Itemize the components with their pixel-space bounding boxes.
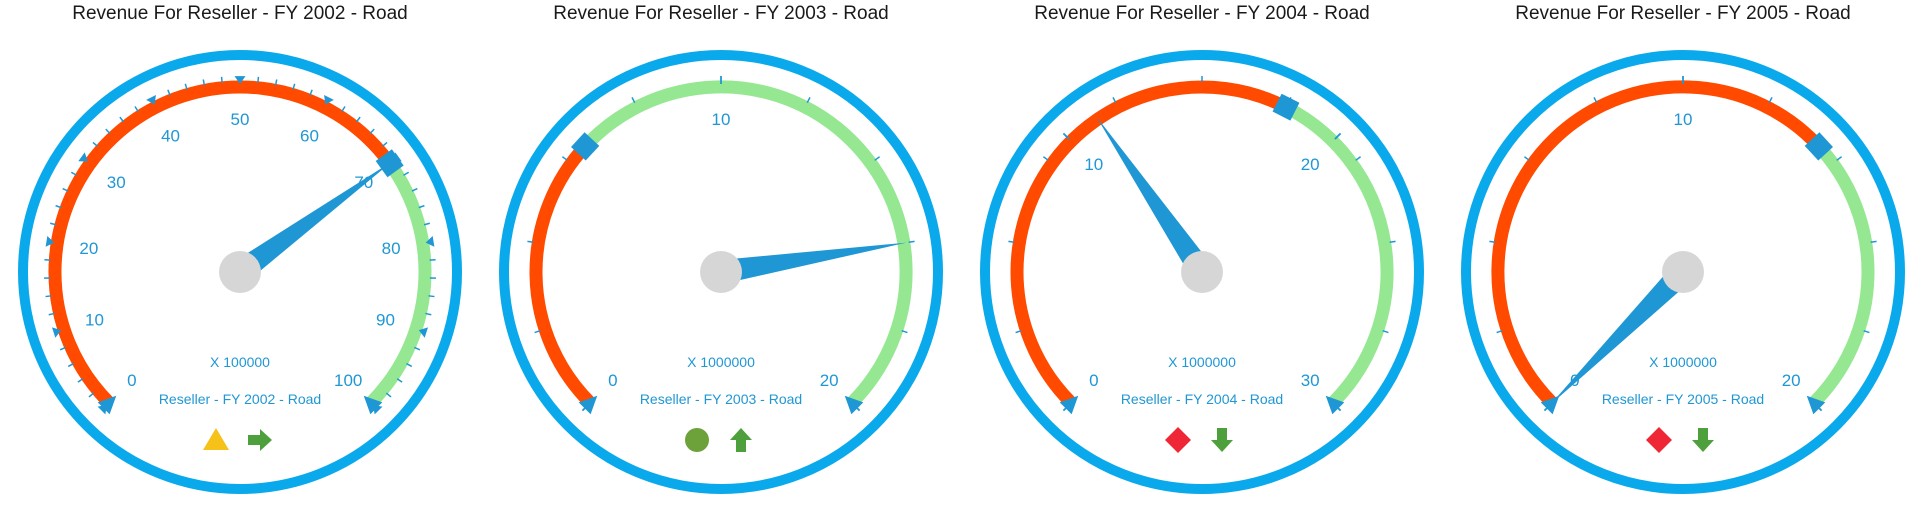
- gauge-svg: 0102030405060708090100X 100000Reseller -…: [18, 50, 462, 494]
- gauge-minor-tick: [1870, 240, 1877, 244]
- gauge-tick-label: 30: [107, 173, 126, 192]
- gauge-tick-label: 20: [1301, 155, 1320, 174]
- gauge-panel-fy2005: Revenue For Reseller - FY 2005 - Road 01…: [1443, 0, 1916, 514]
- gauge-panel-fy2002: Revenue For Reseller - FY 2002 - Road 01…: [0, 0, 480, 514]
- gauge-tick-label: 20: [1782, 371, 1801, 390]
- gauge-minor-tick: [220, 76, 223, 83]
- gauge-panel-fy2003: Revenue For Reseller - FY 2003 - Road 01…: [481, 0, 961, 514]
- gauge-hub: [700, 251, 742, 293]
- gauge-tick-label: 0: [127, 371, 136, 390]
- gauge-caption: Reseller - FY 2002 - Road: [159, 391, 321, 407]
- gauge-tick-label: 20: [820, 371, 839, 390]
- gauge-tick-label: 0: [608, 371, 617, 390]
- gauge-multiplier: X 1000000: [687, 354, 755, 370]
- gauge-hub: [1662, 251, 1704, 293]
- gauge-tick-label: 50: [231, 110, 250, 129]
- gauge-minor-tick: [45, 295, 52, 298]
- gauge-hub: [219, 251, 261, 293]
- gauge-tick-label: 10: [1674, 110, 1693, 129]
- gauge-tick-label: 10: [85, 310, 104, 329]
- gauge-tick-label: 90: [376, 310, 395, 329]
- gauge-multiplier: X 100000: [210, 354, 270, 370]
- gauge-minor-tick: [428, 295, 435, 298]
- gauge-caption: Reseller - FY 2005 - Road: [1602, 391, 1764, 407]
- gauge-multiplier: X 1000000: [1649, 354, 1717, 370]
- gauge-tick-label: 80: [382, 239, 401, 258]
- gauge-minor-tick: [1008, 240, 1015, 244]
- gauge-minor-tick: [527, 240, 534, 244]
- gauge-svg: 0 10 20 X 1000000 Reseller - FY 2003 - Road: [499, 50, 943, 494]
- gauge-row: Revenue For Reseller - FY 2002 - Road 01…: [0, 0, 1916, 514]
- gauge-tick-label: 20: [79, 239, 98, 258]
- gauge-caption: Reseller - FY 2004 - Road: [1121, 391, 1283, 407]
- gauge-tick-label: 30: [1301, 371, 1320, 390]
- gauge-tick-label: 10: [712, 110, 731, 129]
- gauge-tick-label: 60: [300, 127, 319, 146]
- gauge-panel-fy2004: Revenue For Reseller - FY 2004 - Road 01…: [962, 0, 1442, 514]
- gauge-tick-label: 10: [1084, 155, 1103, 174]
- gauge-svg: 0 10 20 30 X 1000000 Reseller - FY 2004 - Roa…: [980, 50, 1424, 494]
- gauge-multiplier: X 1000000: [1168, 354, 1236, 370]
- gauge-svg: 01020X 1000000Reseller - FY 2005 - Road: [1461, 50, 1905, 494]
- gauge-caption: Reseller - FY 2003 - Road: [640, 391, 802, 407]
- gauge-tick-label: 0: [1089, 371, 1098, 390]
- gauge-minor-tick: [1389, 240, 1396, 244]
- gauge-minor-tick: [908, 240, 915, 244]
- gauge-minor-tick: [1489, 240, 1496, 244]
- gauge-hub: [1181, 251, 1223, 293]
- gauge-tick-label: 100: [334, 371, 362, 390]
- gauge-minor-tick: [257, 76, 260, 83]
- gauge-tick-label: 40: [161, 127, 180, 146]
- circle-status-icon: [685, 428, 709, 452]
